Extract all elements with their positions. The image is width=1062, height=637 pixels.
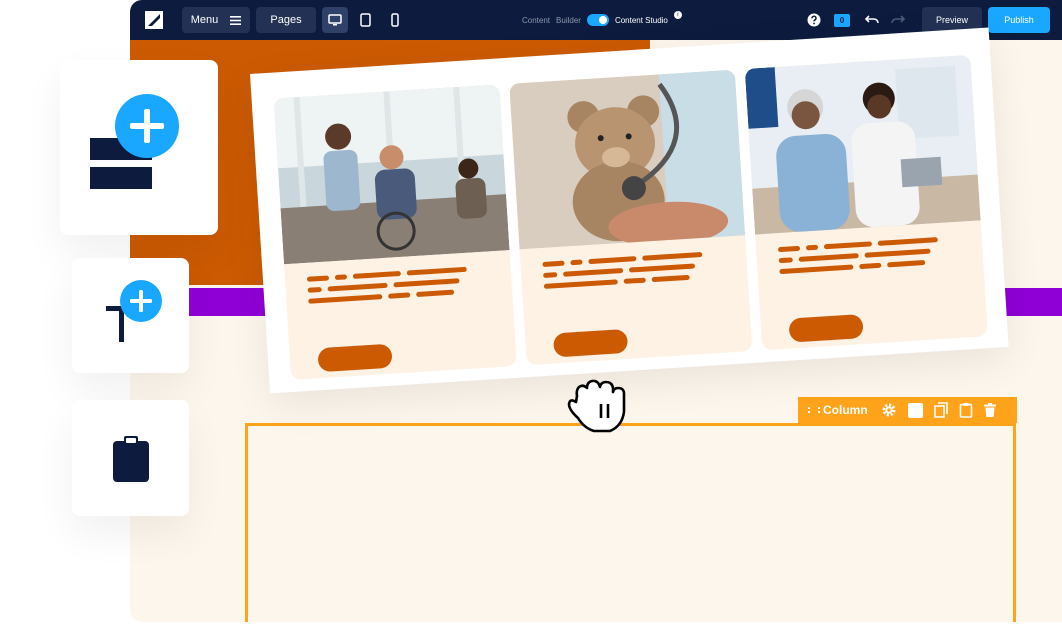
text-placeholder-lines	[306, 266, 469, 310]
content-studio-switch[interactable]	[586, 14, 609, 26]
clipboard-icon	[113, 436, 149, 482]
pages-label: Pages	[270, 14, 302, 26]
plus-icon	[120, 280, 162, 322]
doctor-patient-photo	[744, 54, 981, 235]
card-button[interactable]	[317, 343, 393, 373]
comment-icon: 0	[834, 13, 850, 27]
pages-button[interactable]: Pages	[256, 7, 316, 33]
content-studio-label: Content Studio	[614, 15, 668, 25]
plus-icon	[115, 94, 179, 158]
menu-label: Menu	[190, 14, 219, 26]
selected-column[interactable]	[245, 423, 1016, 622]
comment-count: 0	[839, 15, 845, 25]
redo-icon	[891, 15, 905, 24]
text-placeholder-lines	[542, 251, 704, 295]
hamburger-icon	[230, 15, 242, 25]
dragged-card-row[interactable]	[250, 27, 1009, 394]
gear-icon[interactable]	[881, 402, 897, 418]
content-builder-label-1: Content	[522, 15, 551, 25]
app-logo[interactable]	[142, 8, 166, 32]
card-button[interactable]	[552, 328, 629, 358]
menu-button[interactable]: Menu	[182, 7, 250, 33]
tablet-view-button[interactable]	[352, 7, 378, 33]
content-card[interactable]	[509, 69, 753, 366]
clipboard-icon[interactable]	[959, 402, 973, 418]
trash-icon[interactable]	[983, 403, 996, 417]
column-toolbar: Column	[798, 397, 1017, 423]
add-section-card[interactable]	[60, 60, 218, 235]
mode-toggle: Content Builder Content Studio i	[522, 0, 682, 40]
card-button[interactable]	[788, 314, 864, 343]
help-button[interactable]	[802, 8, 826, 32]
info-icon[interactable]: i	[673, 11, 682, 19]
redo-button[interactable]	[886, 8, 910, 32]
content-card[interactable]	[273, 84, 517, 381]
teddy-bear-photo	[509, 69, 746, 250]
editor-stage: Menu Pages Content Builder Content Studi…	[0, 0, 1062, 637]
content-builder-label-2: Builder	[556, 15, 581, 25]
plus-glyph-icon	[130, 290, 152, 312]
mobile-icon	[391, 13, 399, 27]
mobile-view-button[interactable]	[382, 7, 408, 33]
undo-icon	[865, 15, 879, 24]
publish-button[interactable]: Publish	[988, 7, 1050, 33]
section-bar-bottom	[90, 167, 152, 189]
content-card[interactable]	[744, 54, 988, 351]
desktop-icon	[328, 14, 342, 26]
color-swatch-icon[interactable]	[907, 402, 923, 418]
help-icon	[807, 13, 821, 27]
paste-card[interactable]	[72, 400, 189, 516]
undo-button[interactable]	[860, 8, 884, 32]
column-label: Column	[823, 403, 868, 417]
plus-glyph-icon	[130, 109, 164, 143]
text-placeholder-lines	[777, 237, 940, 280]
desktop-view-button[interactable]	[322, 7, 348, 33]
add-text-card[interactable]	[72, 258, 189, 373]
logo-icon	[145, 11, 163, 29]
tablet-icon	[359, 13, 371, 27]
duplicate-icon[interactable]	[933, 402, 948, 418]
grab-hand-icon	[567, 379, 626, 433]
nurse-patient-photo	[273, 84, 510, 265]
drag-handle-icon[interactable]	[808, 406, 820, 414]
comments-button[interactable]: 0	[830, 8, 854, 32]
